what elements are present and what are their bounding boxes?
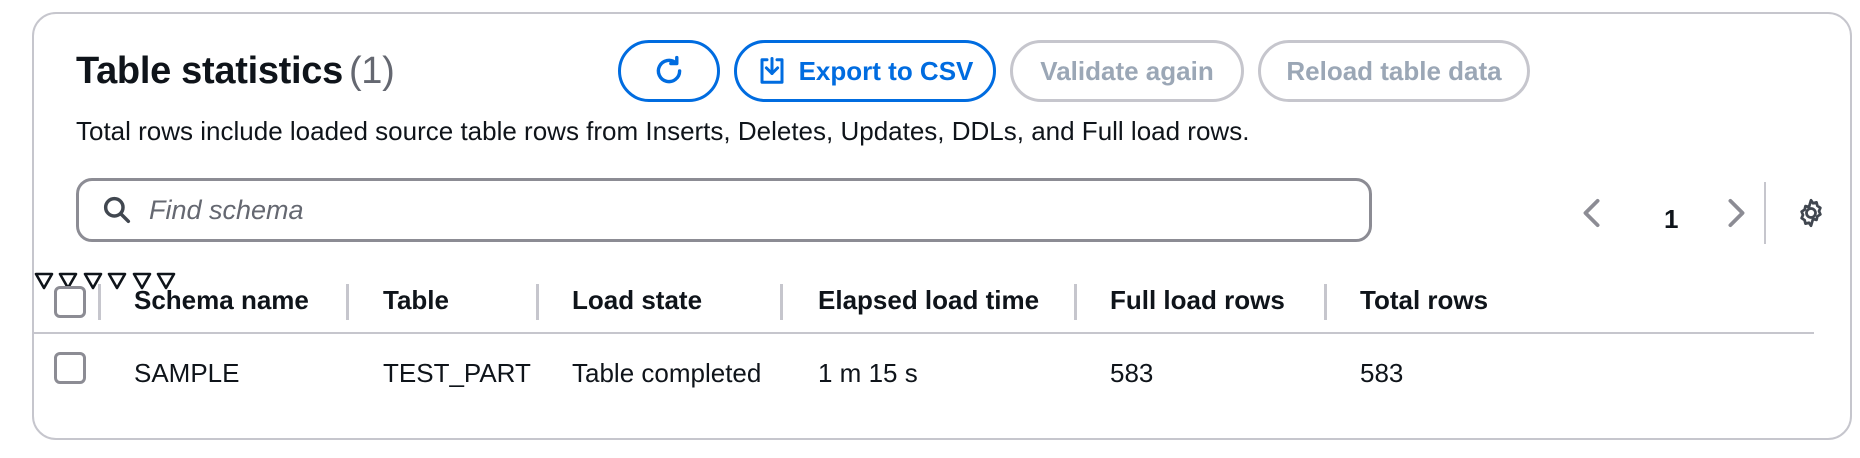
validate-again-button[interactable]: Validate again <box>1010 40 1244 102</box>
reload-table-data-button[interactable]: Reload table data <box>1258 40 1530 102</box>
cell-schema-name: SAMPLE <box>134 358 240 388</box>
cell-total-rows: 583 <box>1360 358 1404 388</box>
column-header-label: Full load rows <box>1110 284 1285 315</box>
export-csv-label: Export to CSV <box>798 55 974 86</box>
current-page-number[interactable]: 1 <box>1664 204 1678 235</box>
sort-caret-icon[interactable] <box>83 272 107 294</box>
cell-full-load-rows: 583 <box>1110 358 1154 388</box>
column-divider <box>346 284 349 320</box>
refresh-button[interactable] <box>618 40 720 102</box>
column-header-label: Load state <box>572 284 703 315</box>
column-header-label: Schema name <box>134 284 309 315</box>
title-count: (1) <box>348 50 395 92</box>
download-icon <box>757 56 787 86</box>
column-header-label: Elapsed load time <box>818 284 1040 315</box>
cell-table: TEST_PART <box>383 358 531 388</box>
column-header-label: Table <box>383 284 449 315</box>
column-header-elapsed-load-time[interactable]: Elapsed load time <box>818 280 1039 320</box>
column-header-total-rows[interactable]: Total rows <box>1360 280 1488 320</box>
column-header-label: Total rows <box>1360 284 1489 315</box>
column-header-load-state[interactable]: Load state <box>572 280 702 320</box>
page-title: Table statistics (1) <box>76 50 395 93</box>
column-divider <box>536 284 539 320</box>
settings-gear-icon[interactable] <box>1796 198 1826 233</box>
search-box[interactable] <box>76 178 1372 242</box>
column-divider <box>1074 284 1077 320</box>
column-divider <box>1324 284 1327 320</box>
pagination-divider <box>1764 182 1766 244</box>
table-header-row: Schema name Table Load state Elapsed loa… <box>34 272 1814 334</box>
search-icon <box>101 194 133 226</box>
column-divider <box>98 284 101 320</box>
cell-elapsed-load-time: 1 m 15 s <box>818 358 918 388</box>
row-select-checkbox[interactable] <box>54 352 86 384</box>
search-input[interactable] <box>149 194 1249 226</box>
column-header-full-load-rows[interactable]: Full load rows <box>1110 280 1285 320</box>
reload-table-data-label: Reload table data <box>1286 55 1502 86</box>
table-description: Total rows include loaded source table r… <box>76 116 1250 146</box>
previous-page-button[interactable] <box>1578 198 1606 233</box>
export-csv-button[interactable]: Export to CSV <box>734 40 996 102</box>
refresh-icon <box>652 54 686 88</box>
next-page-button[interactable] <box>1722 198 1750 233</box>
column-divider <box>780 284 783 320</box>
validate-again-label: Validate again <box>1040 55 1214 86</box>
table-statistics-panel: Table statistics (1) Export to CSV Valida… <box>32 12 1852 440</box>
select-all-checkbox[interactable] <box>54 286 86 318</box>
title-text: Table statistics <box>76 50 343 92</box>
column-header-table[interactable]: Table <box>383 280 449 320</box>
column-header-schema-name[interactable]: Schema name <box>134 280 309 320</box>
cell-load-state: Table completed <box>572 358 762 388</box>
sort-caret-icon[interactable] <box>107 272 131 294</box>
